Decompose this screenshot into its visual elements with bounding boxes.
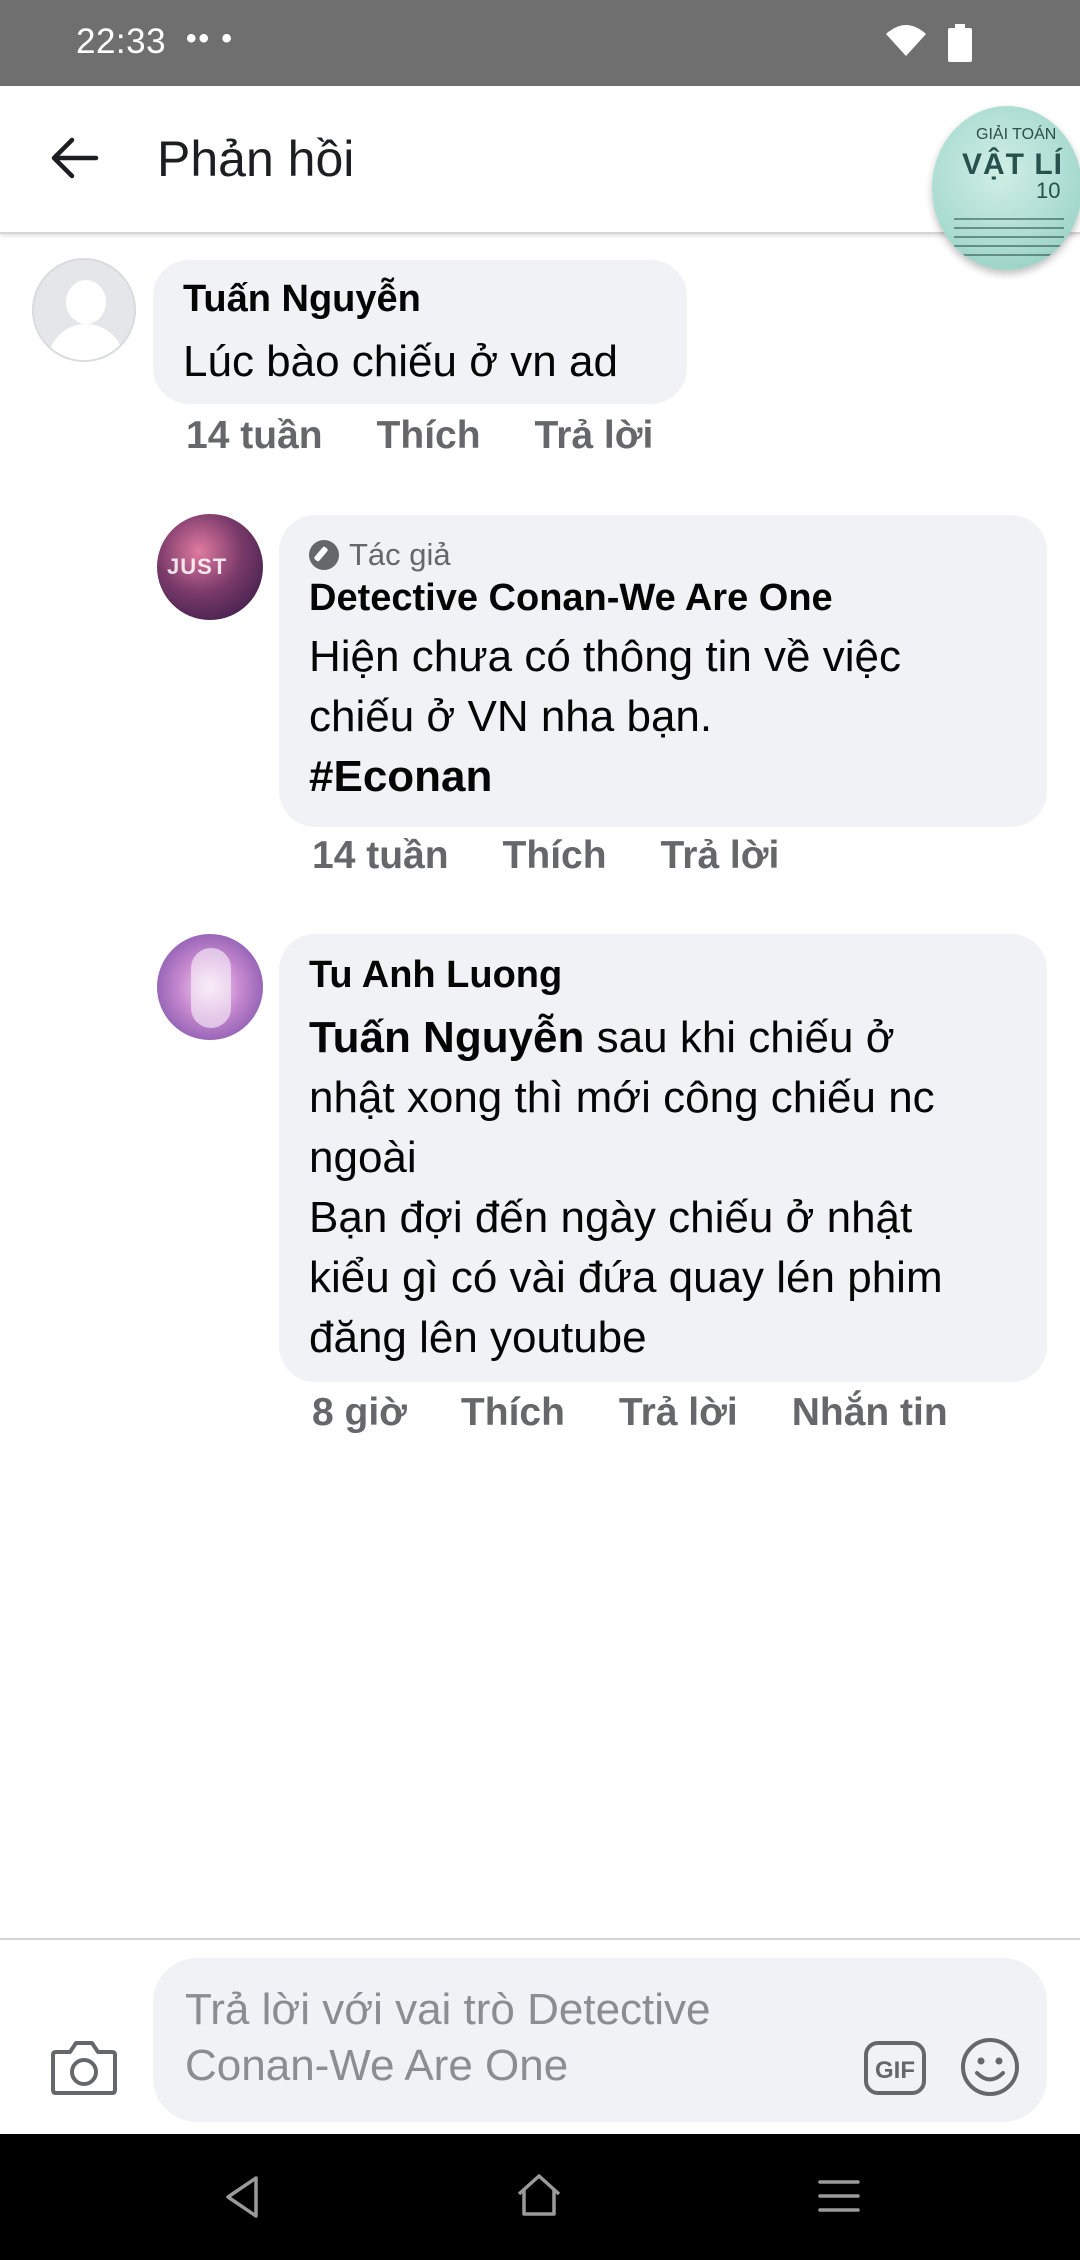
pencil-badge-icon <box>309 540 339 570</box>
status-time: 22:33 <box>76 22 167 61</box>
gif-label: GIF <box>875 2057 915 2084</box>
placeholder-line: Conan-We Are One <box>185 2041 569 2090</box>
like-button[interactable]: Thích <box>461 1391 565 1435</box>
hashtag-link[interactable]: #Econan <box>309 747 901 807</box>
emoji-icon[interactable] <box>959 2036 1021 2098</box>
comment-actions: 14 tuần Thích Trả lời <box>186 414 707 458</box>
status-bar: 22:33 •• • <box>0 0 1080 86</box>
comment-text: Tuấn Nguyễn sau khi chiếu ở nhật xong th… <box>309 1008 943 1368</box>
nav-menu-icon[interactable] <box>816 2176 862 2216</box>
placeholder-line: Trả lời với vai trò Detective <box>185 1985 711 2034</box>
page-title: Phản hồi <box>157 131 355 187</box>
comment-author[interactable]: Tuấn Nguyễn <box>183 278 421 321</box>
app-bar: Phản hồi <box>0 86 1080 234</box>
default-avatar-head <box>66 280 106 324</box>
default-avatar-body <box>48 324 124 360</box>
comment-author[interactable]: Detective Conan-We Are One <box>309 577 833 620</box>
comment-actions: 8 giờ Thích Trả lời Nhắn tin <box>312 1391 1002 1435</box>
chat-head-top-text: GIẢI TOÁN <box>976 126 1057 143</box>
wifi-icon <box>886 25 926 56</box>
avatar-tu-anh-luong[interactable] <box>157 934 263 1040</box>
message-button[interactable]: Nhắn tin <box>792 1391 948 1435</box>
chat-head-main-text: VẬT LÍ <box>962 148 1063 181</box>
reply-input[interactable]: Trả lời với vai trò Detective Conan-We A… <box>153 1958 1047 2122</box>
reply-input-placeholder: Trả lời với vai trò Detective Conan-We A… <box>185 1982 745 2094</box>
comment-text: Hiện chưa có thông tin về việc chiếu ở V… <box>309 627 901 807</box>
reply-button[interactable]: Trả lời <box>619 1391 738 1435</box>
reply-composer: Trả lời với vai trò Detective Conan-We A… <box>0 1938 1080 2134</box>
comment-line: Bạn đợi đến ngày chiếu ở nhật <box>309 1193 913 1242</box>
chat-head-number: 10 <box>1036 178 1061 203</box>
like-button[interactable]: Thích <box>377 414 481 458</box>
avatar-figure <box>191 948 231 1028</box>
comment-line: Hiện chưa có thông tin về việc <box>309 632 902 681</box>
comment-bubble[interactable]: Tuấn Nguyễn Lúc bào chiếu ở vn ad <box>153 260 687 404</box>
nav-home-icon[interactable] <box>514 2170 564 2220</box>
mention-link[interactable]: Tuấn Nguyễn <box>309 1013 584 1062</box>
comment-actions: 14 tuần Thích Trả lời <box>312 834 833 878</box>
floating-chat-head[interactable]: GIẢI TOÁN VẬT LÍ 10 <box>932 106 1080 270</box>
comment-line-rest: sau khi chiếu ở <box>584 1013 895 1062</box>
comment-line: Tuấn Nguyễn sau khi chiếu ở <box>309 1008 943 1068</box>
comment-time: 14 tuần <box>312 834 449 877</box>
avatar-detective-conan[interactable]: JUST <box>157 514 263 620</box>
camera-icon[interactable] <box>50 2038 118 2096</box>
avatar-tuan-nguyen[interactable] <box>32 258 136 362</box>
battery-icon <box>948 24 972 62</box>
comment-bubble[interactable]: Tác giả Detective Conan-We Are One Hiện … <box>279 515 1047 827</box>
avatar-lettering: JUST <box>167 554 228 579</box>
comment-line: kiểu gì có vài đứa quay lén phim <box>309 1253 943 1302</box>
reply-button[interactable]: Trả lời <box>661 834 780 878</box>
author-badge-label: Tác giả <box>349 537 451 572</box>
comment-line: chiếu ở VN nha bạn. <box>309 692 713 741</box>
like-button[interactable]: Thích <box>503 834 607 878</box>
comment-bubble[interactable]: Tu Anh Luong Tuấn Nguyễn sau khi chiếu ở… <box>279 934 1047 1382</box>
hashtag-text[interactable]: #Econan <box>309 752 492 801</box>
comment-time: 14 tuần <box>186 414 323 457</box>
comment-line: đăng lên youtube <box>309 1313 647 1362</box>
gif-icon[interactable]: GIF <box>863 2040 927 2096</box>
comment-line: nhật xong thì mới công chiếu nc <box>309 1073 935 1122</box>
comment-text: Lúc bào chiếu ở vn ad <box>183 337 618 386</box>
reply-button[interactable]: Trả lời <box>535 414 654 458</box>
comment-time: 8 giờ <box>312 1391 407 1434</box>
comment-author[interactable]: Tu Anh Luong <box>309 954 562 997</box>
comment-line: ngoài <box>309 1133 417 1182</box>
notification-indicators: •• • <box>186 22 234 55</box>
back-arrow-icon[interactable] <box>48 132 100 184</box>
system-navigation-bar <box>0 2134 1080 2260</box>
chat-head-fine-print <box>954 218 1064 258</box>
author-badge: Tác giả <box>309 537 451 573</box>
nav-back-icon[interactable] <box>220 2174 266 2220</box>
